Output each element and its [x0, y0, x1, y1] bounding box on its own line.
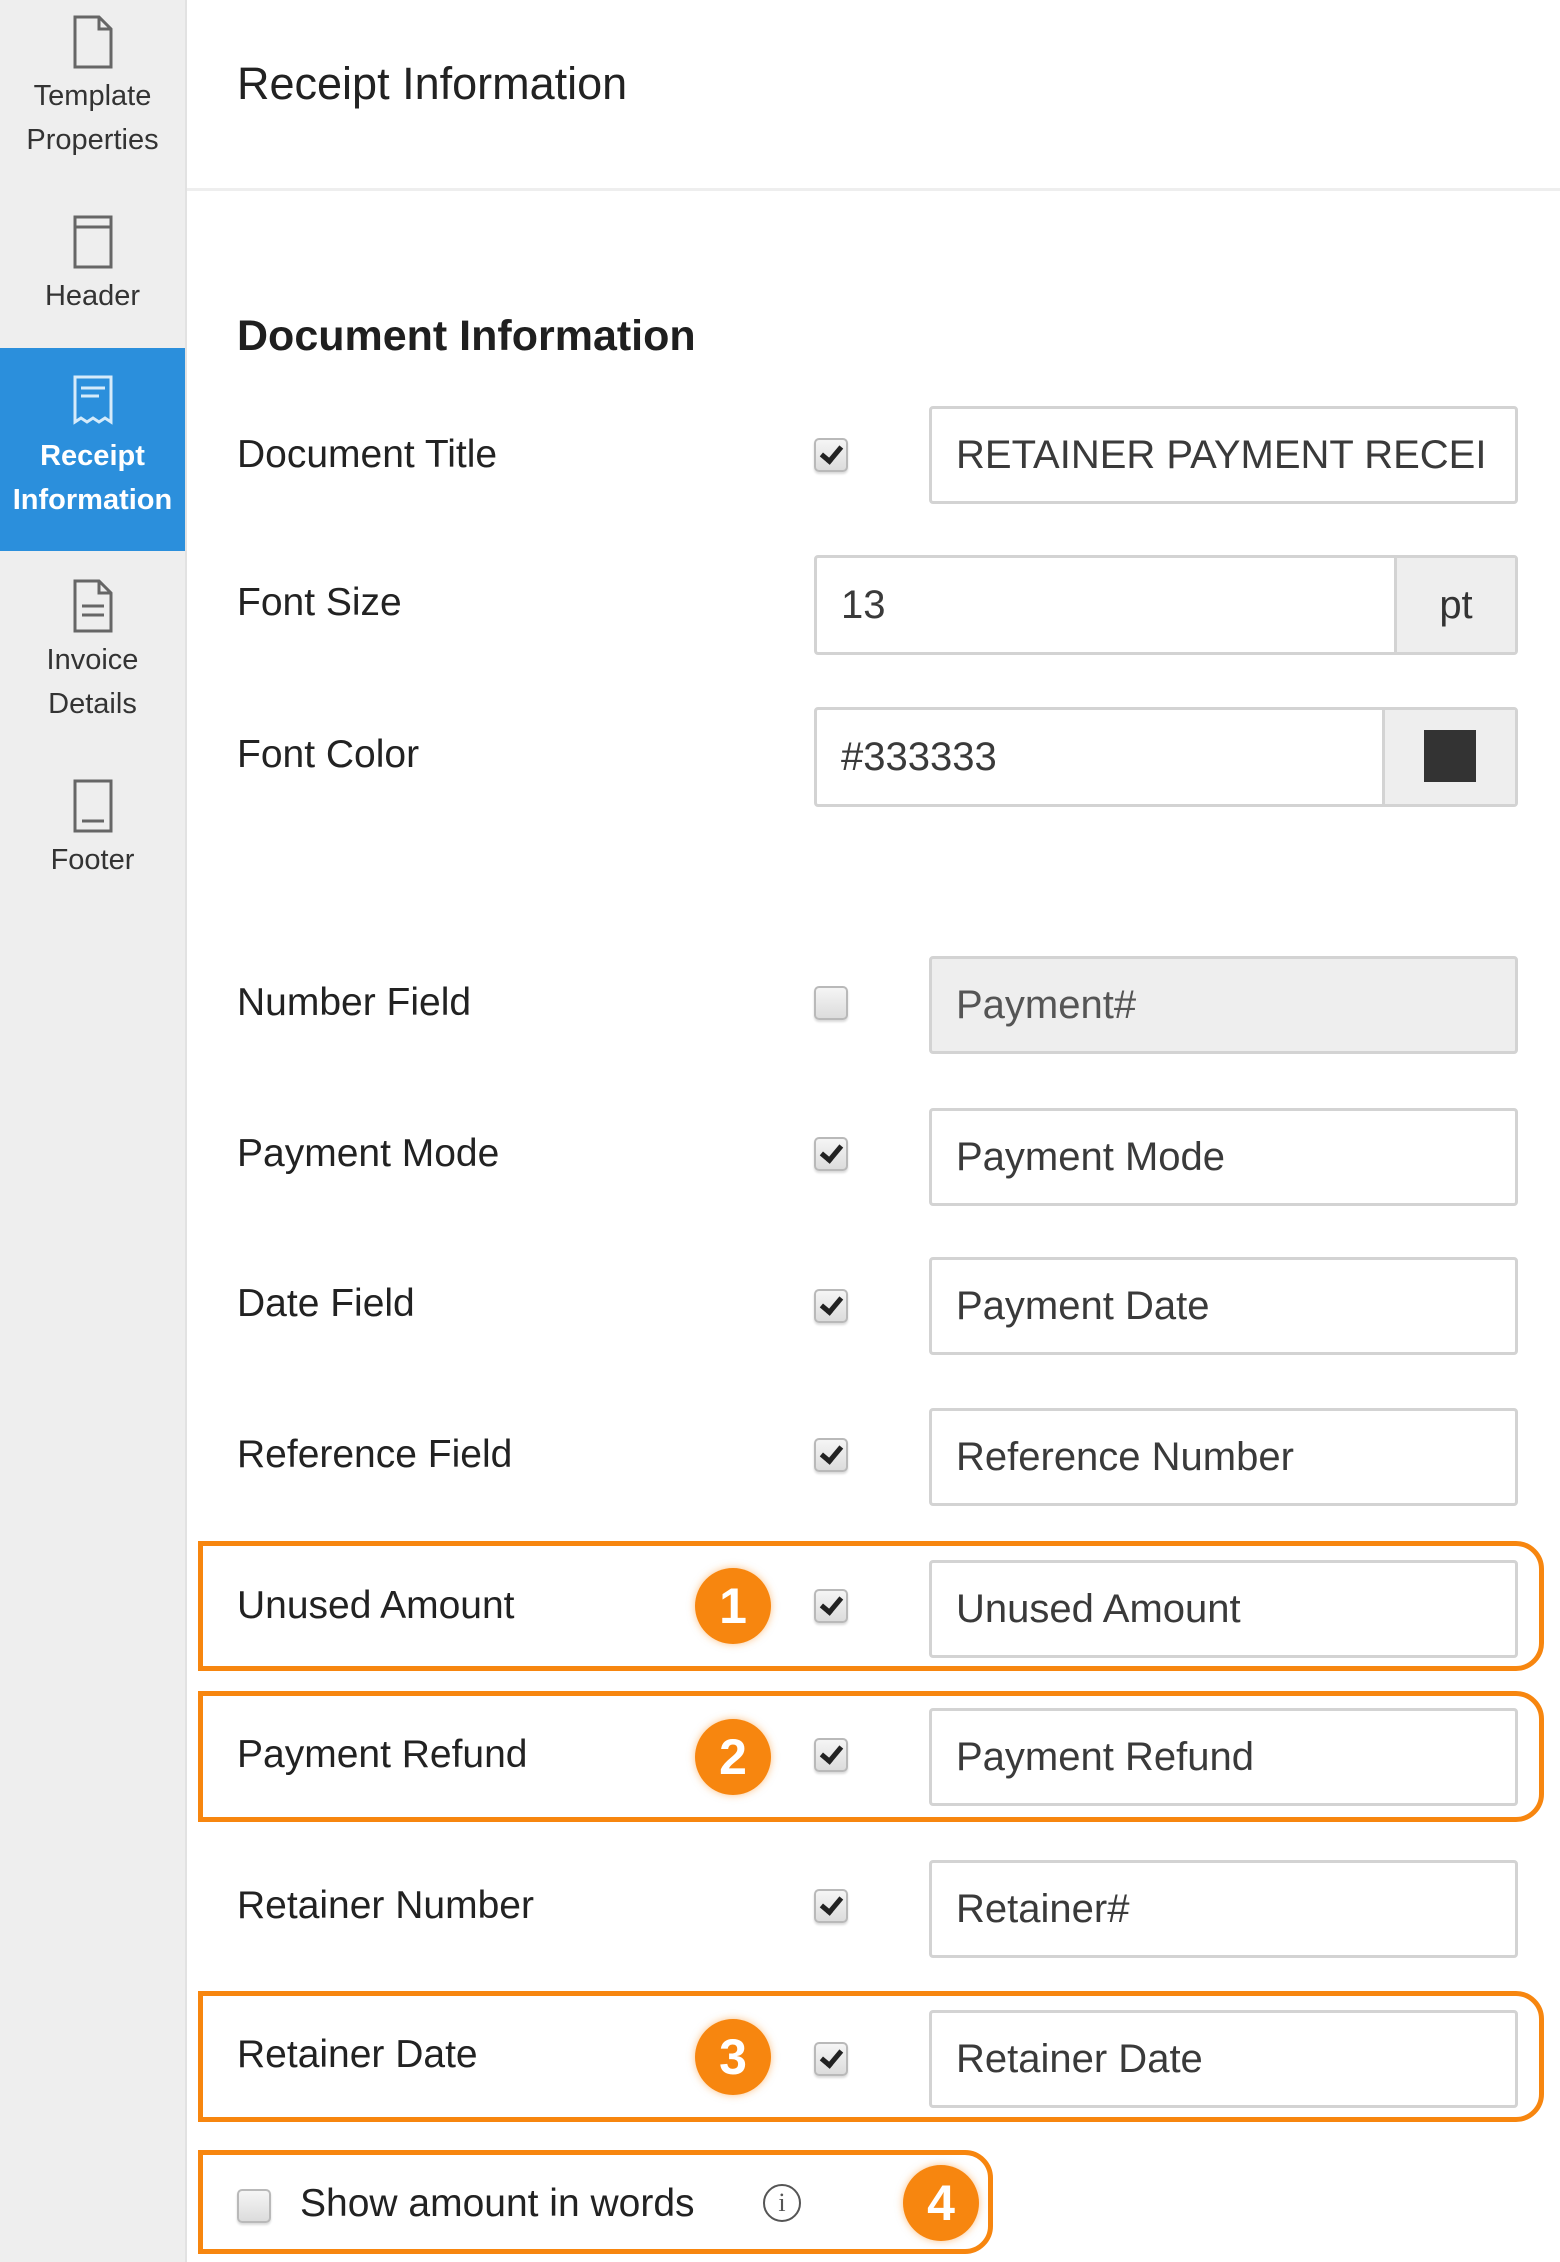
document-title-checkbox[interactable] [814, 438, 848, 472]
retainer-date-input[interactable]: Retainer Date [929, 2010, 1518, 2108]
sidebar-item-invoice-details[interactable]: Invoice Details [0, 578, 185, 726]
callout-badge-3: 3 [695, 2019, 771, 2095]
payment-refund-input[interactable]: Payment Refund [929, 1708, 1518, 1806]
callout-badge-1: 1 [695, 1568, 771, 1644]
callout-badge-4: 4 [903, 2165, 979, 2241]
page-title: Receipt Information [237, 58, 628, 109]
sidebar-item-label: Header [44, 280, 141, 312]
retainer-date-checkbox[interactable] [814, 2042, 848, 2076]
date-field-input[interactable]: Payment Date [929, 1257, 1518, 1355]
sidebar-item-label: Invoice [46, 644, 139, 676]
sidebar: Template Properties Header Receipt Infor… [0, 0, 187, 2262]
font-color-field: #333333 [814, 707, 1518, 807]
show-amount-in-words-label: Show amount in words [300, 2182, 695, 2225]
font-color-label: Font Color [237, 733, 420, 776]
sidebar-item-receipt-information[interactable]: Receipt Information [0, 348, 185, 551]
reference-field-input[interactable]: Reference Number [929, 1408, 1518, 1506]
sidebar-item-label: Properties [26, 124, 159, 156]
font-size-field: 13 pt [814, 555, 1518, 655]
callout-badge-2: 2 [695, 1719, 771, 1795]
unused-amount-input[interactable]: Unused Amount [929, 1560, 1518, 1658]
date-field-label: Date Field [237, 1282, 415, 1325]
reference-field-label: Reference Field [237, 1433, 513, 1476]
sidebar-item-header[interactable]: Header [0, 214, 185, 318]
header-divider [187, 188, 1560, 191]
font-size-label: Font Size [237, 581, 402, 624]
sidebar-item-label: Receipt [40, 440, 145, 472]
number-field-checkbox[interactable] [814, 986, 848, 1020]
footer-icon [73, 779, 112, 833]
sidebar-item-template-properties[interactable]: Template Properties [0, 14, 185, 162]
payment-mode-checkbox[interactable] [814, 1137, 848, 1171]
payment-refund-checkbox[interactable] [814, 1738, 848, 1772]
unused-amount-label: Unused Amount [237, 1584, 515, 1627]
page-icon [73, 15, 112, 69]
show-amount-in-words-checkbox[interactable] [237, 2189, 271, 2223]
number-field-input[interactable]: Payment# [929, 956, 1518, 1054]
sidebar-item-footer[interactable]: Footer [0, 778, 185, 882]
sidebar-item-label: Details [48, 688, 137, 720]
unused-amount-checkbox[interactable] [814, 1589, 848, 1623]
info-icon[interactable]: i [763, 2184, 801, 2222]
payment-refund-label: Payment Refund [237, 1733, 528, 1776]
retainer-number-checkbox[interactable] [814, 1889, 848, 1923]
receipt-icon [73, 375, 112, 425]
document-lines-icon [73, 579, 112, 633]
number-field-label: Number Field [237, 981, 472, 1024]
document-title-input[interactable]: RETAINER PAYMENT RECEI [929, 406, 1518, 504]
document-title-label: Document Title [237, 433, 498, 476]
color-swatch [1424, 730, 1476, 783]
retainer-number-input[interactable]: Retainer# [929, 1860, 1518, 1958]
header-icon [73, 215, 112, 269]
font-color-input[interactable]: #333333 [817, 710, 1382, 804]
sidebar-item-label: Information [12, 484, 173, 516]
section-title: Document Information [237, 312, 696, 360]
font-size-unit: pt [1394, 558, 1515, 652]
retainer-date-label: Retainer Date [237, 2033, 478, 2076]
font-size-input[interactable]: 13 [817, 558, 1394, 652]
retainer-number-label: Retainer Number [237, 1884, 534, 1927]
payment-mode-input[interactable]: Payment Mode [929, 1108, 1518, 1206]
sidebar-item-label: Template [33, 80, 152, 112]
payment-mode-label: Payment Mode [237, 1132, 500, 1175]
reference-field-checkbox[interactable] [814, 1438, 848, 1472]
color-picker-button[interactable] [1382, 710, 1515, 804]
date-field-checkbox[interactable] [814, 1289, 848, 1323]
sidebar-item-label: Footer [50, 844, 135, 876]
